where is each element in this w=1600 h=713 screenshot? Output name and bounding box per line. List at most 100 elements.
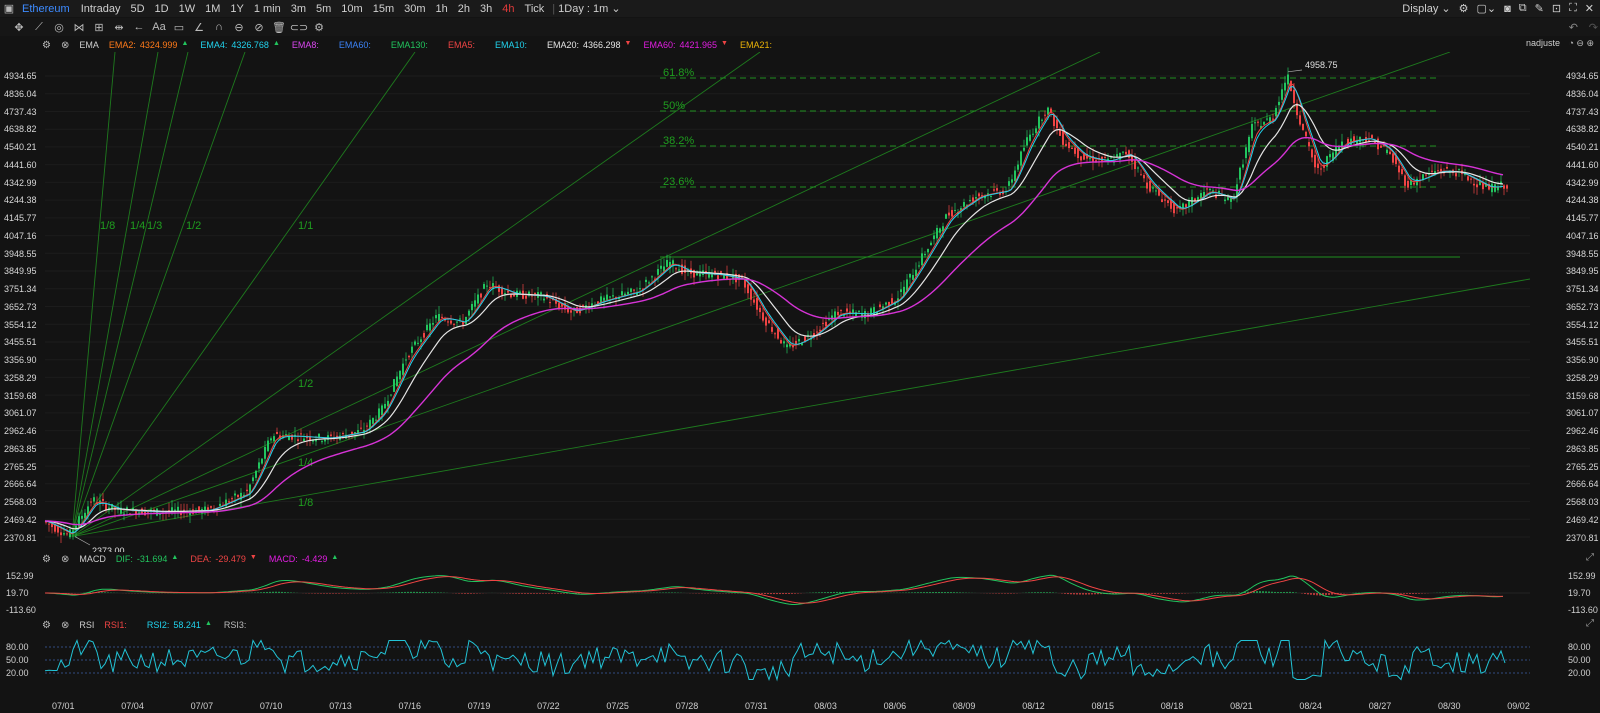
timeframe-1d[interactable]: 1D <box>150 3 174 15</box>
brush-tool-icon[interactable]: ∠ <box>190 20 208 34</box>
candle-body <box>609 296 611 298</box>
toolbar-settings-icon[interactable]: ⚙ <box>310 20 328 34</box>
date-tick: 08/06 <box>883 701 907 711</box>
trash-icon[interactable]: 🗑 <box>270 20 288 34</box>
legend-label: EMA5: <box>447 40 475 50</box>
candle-body <box>975 197 977 199</box>
candle-body <box>504 293 506 295</box>
undo-icon[interactable]: ↶ <box>1569 21 1578 34</box>
candle-body <box>657 269 659 275</box>
text-tool-icon[interactable]: Aa <box>150 20 168 34</box>
candle-body <box>969 200 971 202</box>
indicator-settings-icon[interactable]: ⚙ <box>42 40 51 51</box>
candle-body <box>885 302 887 305</box>
legend-label: EMA60: <box>338 40 371 50</box>
gann-fan-line <box>71 52 416 537</box>
rsi-chart[interactable]: 80.00 80.00 50.00 50.00 20.00 20.00 <box>0 632 1600 700</box>
timeframe-intraday[interactable]: Intraday <box>76 3 126 15</box>
fib-tool-icon[interactable]: ⋈ <box>70 20 88 34</box>
legend-arrow-icon: ▼ <box>249 554 257 561</box>
timeframe-1m[interactable]: 1M <box>200 3 225 15</box>
candle-body <box>126 507 128 510</box>
candle-body <box>1281 89 1283 100</box>
link-icon[interactable]: ⊂⊃ <box>290 20 308 34</box>
magnet-icon[interactable]: ∩ <box>210 20 228 34</box>
pattern-tool-icon[interactable]: ⊞ <box>90 20 108 34</box>
candle-body <box>651 276 653 278</box>
price-tick: 4047.16 <box>4 230 37 241</box>
trendline-tool-icon[interactable]: ⟋ <box>30 20 48 34</box>
timeframe-1y[interactable]: 1Y <box>225 3 248 15</box>
comment-tool-icon[interactable]: ▭ <box>170 20 188 34</box>
date-tick: 08/03 <box>814 701 837 711</box>
rsi-settings-icon[interactable]: ⚙ <box>42 620 51 631</box>
pencil-icon[interactable]: ✎ <box>1535 2 1544 15</box>
timeframe-10m[interactable]: 10m <box>336 3 367 15</box>
ema-items-item: EMA60: <box>339 40 379 50</box>
range-select[interactable]: 1Day : 1m ⌄ <box>558 2 620 15</box>
sidebar-toggle-icon[interactable]: ▣ <box>0 2 18 16</box>
gann-label: 1/2 <box>298 378 313 390</box>
share-icon[interactable]: ⧉ <box>1519 2 1527 15</box>
candle-body <box>1314 154 1316 168</box>
candle-body <box>525 295 527 299</box>
legend-value: -4.429 <box>301 554 328 564</box>
pane-controls[interactable]: ◔ ⊖ ⊕ <box>1568 38 1594 49</box>
price-tick: 2568.03 <box>1566 497 1599 508</box>
layout-icon[interactable]: ▢⌄ <box>1477 2 1497 15</box>
timeframe-4h[interactable]: 4h <box>497 3 519 15</box>
macd-name[interactable]: MACD <box>79 554 106 564</box>
symbol-title[interactable]: Ethereum <box>22 3 70 15</box>
candle-body <box>1320 168 1322 170</box>
candle-body <box>1110 157 1112 159</box>
timeframe-5m[interactable]: 5m <box>311 3 336 15</box>
candle-body <box>978 193 980 197</box>
display-dropdown[interactable]: Display ⌄ <box>1402 2 1450 15</box>
shapes-tool-icon[interactable]: ◎ <box>50 20 68 34</box>
crosshair-icon[interactable]: ✥ <box>10 20 28 34</box>
candle-body <box>627 291 629 295</box>
macd-expand-icon[interactable]: ⤢ <box>1586 552 1594 563</box>
visibility-icon[interactable]: ⊖ <box>230 20 248 34</box>
lock-icon[interactable]: ⊡ <box>1552 2 1561 15</box>
candle-body <box>1425 174 1427 176</box>
candle-body <box>480 293 482 298</box>
settings-icon[interactable]: ⚙ <box>1459 2 1469 15</box>
macd-axis-tick: 152.99 <box>6 571 34 581</box>
timeframe-1min[interactable]: 1 min <box>249 3 286 15</box>
timeframe-30m[interactable]: 30m <box>399 3 430 15</box>
measure-tool-icon[interactable]: ⇹ <box>110 20 128 34</box>
indicator-name[interactable]: EMA <box>79 40 99 50</box>
indicator-close-icon[interactable]: ⊗ <box>61 40 69 51</box>
timeframe-5d[interactable]: 5D <box>125 3 149 15</box>
timeframe-2h[interactable]: 2h <box>453 3 475 15</box>
rsi-expand-icon[interactable]: ⤢ <box>1586 618 1594 629</box>
timeframe-1w[interactable]: 1W <box>174 3 201 15</box>
candle-body <box>864 311 866 319</box>
redo-icon[interactable]: ↷ <box>1589 21 1598 34</box>
candle-body <box>105 503 107 510</box>
candle-body <box>264 446 266 459</box>
macd-close-icon[interactable]: ⊗ <box>61 554 69 565</box>
close-icon[interactable]: ✕ <box>1585 2 1594 15</box>
fullscreen-icon[interactable]: ⛶ <box>1569 2 1577 15</box>
macd-settings-icon[interactable]: ⚙ <box>42 554 51 565</box>
price-chart[interactable]: 61.8%50%38.2%23.6%1/8 1/4 1/3 1/2 1/11/21/41… <box>0 52 1600 552</box>
timeframe-tick[interactable]: Tick <box>520 3 550 15</box>
timeframe-3h[interactable]: 3h <box>475 3 497 15</box>
gann-fan-line <box>71 52 1451 538</box>
hide-drawings-icon[interactable]: ⊘ <box>250 20 268 34</box>
rsi-close-icon[interactable]: ⊗ <box>61 620 69 631</box>
candle-body <box>1458 168 1460 170</box>
rsi-values: RSI1: RSI2: 58.241 ▲ RSI3: <box>104 620 254 630</box>
timeframe-15m[interactable]: 15m <box>368 3 399 15</box>
timeframe-1h[interactable]: 1h <box>431 3 453 15</box>
legend-label: DIF: <box>115 554 133 564</box>
dea-line <box>45 576 1503 604</box>
macd-chart[interactable]: 152.99 152.99 19.70 19.70 -113.60 -113.60 <box>0 566 1600 618</box>
rsi-name[interactable]: RSI <box>79 620 94 630</box>
date-axis: 07/01 07/04 07/07 07/10 07/13 07/16 07/19 07/22… <box>0 700 1600 713</box>
arrow-tool-icon[interactable]: ← <box>130 20 148 34</box>
camera-icon[interactable]: ◙ <box>1504 3 1511 15</box>
timeframe-3m[interactable]: 3m <box>286 3 311 15</box>
